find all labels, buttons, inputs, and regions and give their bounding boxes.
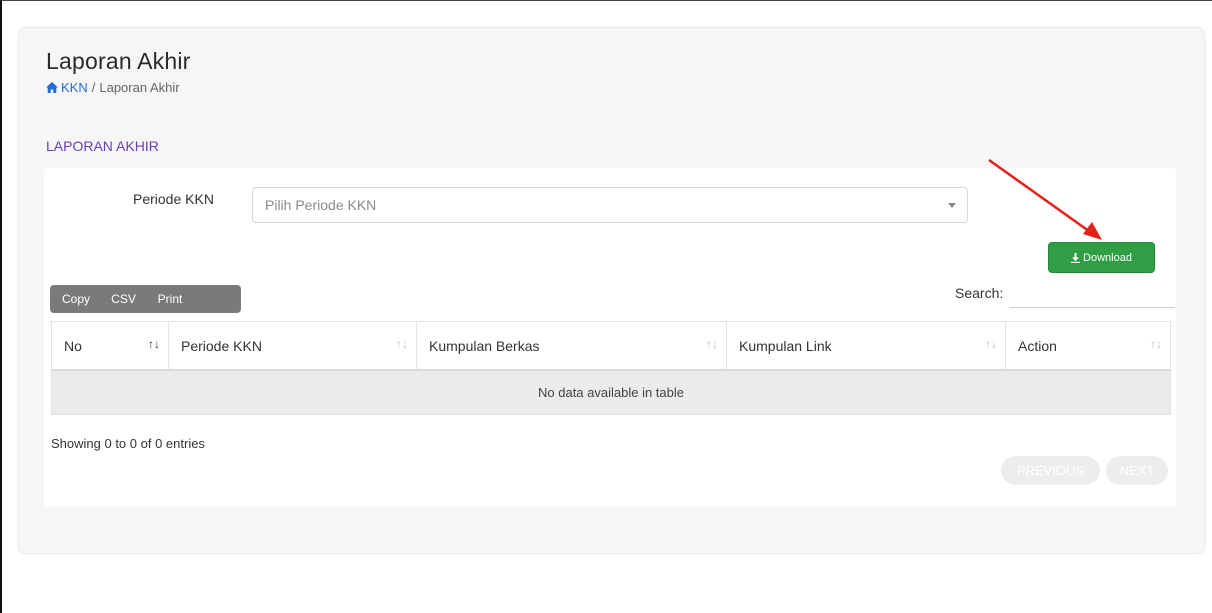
data-table: No ↑↓ Periode KKN ↑↓ Kumpulan Berkas ↑↓ … xyxy=(51,321,1171,415)
window-top-border xyxy=(0,0,1212,1)
column-header-kumpulan-berkas[interactable]: Kumpulan Berkas ↑↓ xyxy=(417,322,727,369)
caret-down-icon xyxy=(948,203,956,208)
copy-button[interactable]: Copy xyxy=(50,285,102,313)
sort-icon: ↑↓ xyxy=(706,337,718,351)
page-title: Laporan Akhir xyxy=(46,48,191,74)
breadcrumb-home-link[interactable]: KKN xyxy=(46,80,88,95)
breadcrumb: KKN / Laporan Akhir xyxy=(46,80,180,95)
print-button[interactable]: Print xyxy=(145,285,195,313)
search-label: Search: xyxy=(955,285,1004,301)
column-header-action[interactable]: Action ↑↓ xyxy=(1006,322,1170,369)
download-icon xyxy=(1071,252,1081,263)
download-button[interactable]: Download xyxy=(1048,242,1155,273)
home-icon xyxy=(46,82,58,93)
next-page-button[interactable]: NEXT xyxy=(1106,456,1168,485)
previous-page-button[interactable]: PREVIOUS xyxy=(1001,456,1100,485)
breadcrumb-current: Laporan Akhir xyxy=(99,80,180,95)
periode-select[interactable]: Pilih Periode KKN xyxy=(252,187,968,223)
table-empty-row: No data available in table xyxy=(52,371,1170,414)
sort-icon: ↑↓ xyxy=(985,337,997,351)
table-header-row: No ↑↓ Periode KKN ↑↓ Kumpulan Berkas ↑↓ … xyxy=(52,322,1170,371)
csv-button[interactable]: CSV xyxy=(102,285,145,313)
sort-icon: ↑↓ xyxy=(1150,337,1162,351)
sort-icon: ↑↓ xyxy=(148,337,160,351)
search-input[interactable] xyxy=(1010,283,1175,308)
column-header-no[interactable]: No ↑↓ xyxy=(52,322,169,369)
breadcrumb-home-label: KKN xyxy=(61,80,88,95)
sort-icon: ↑↓ xyxy=(396,337,408,351)
column-header-periode-kkn[interactable]: Periode KKN ↑↓ xyxy=(169,322,417,369)
section-title: LAPORAN AKHIR xyxy=(46,138,159,154)
table-info: Showing 0 to 0 of 0 entries xyxy=(51,436,205,451)
periode-filter-label: Periode KKN xyxy=(133,191,214,207)
breadcrumb-separator: / xyxy=(91,80,96,95)
download-button-label: Download xyxy=(1083,251,1132,264)
column-header-kumpulan-link[interactable]: Kumpulan Link ↑↓ xyxy=(727,322,1006,369)
export-button-group: Copy CSV Print xyxy=(50,285,241,313)
periode-select-placeholder: Pilih Periode KKN xyxy=(265,197,377,213)
window-left-border xyxy=(0,0,2,613)
